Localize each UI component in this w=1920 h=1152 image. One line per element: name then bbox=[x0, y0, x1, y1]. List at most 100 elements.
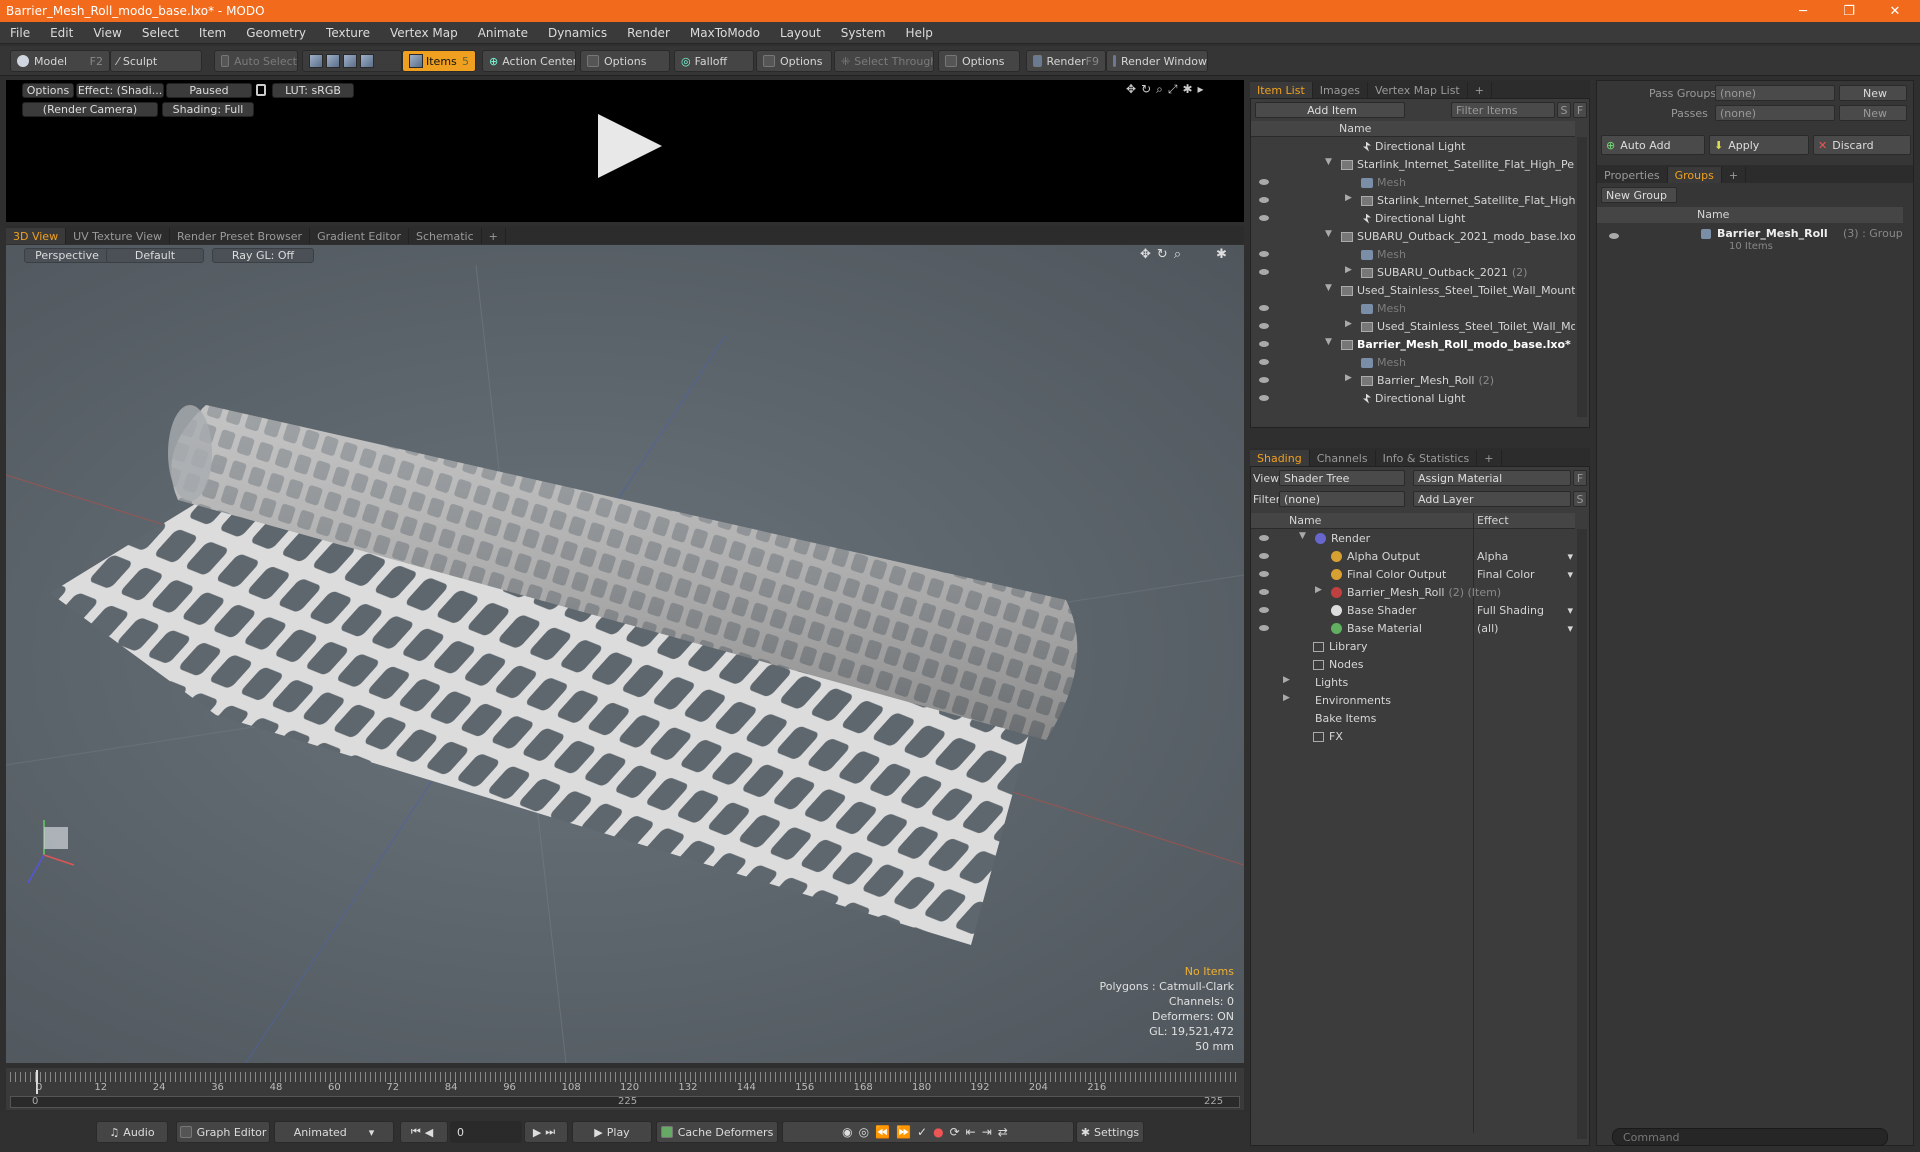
item-list-row[interactable]: ▼ SUBARU_Outback_2021_modo_base.lxo* bbox=[1251, 227, 1575, 245]
edges-mode-icon[interactable] bbox=[326, 54, 340, 68]
move-icon[interactable]: ✥ bbox=[1126, 82, 1141, 96]
new-pass-button[interactable]: New bbox=[1839, 105, 1907, 121]
item-list-row[interactable]: Directional Light bbox=[1251, 389, 1575, 407]
search-toggle-button[interactable]: S bbox=[1557, 102, 1571, 118]
3d-viewport[interactable]: Perspective Default Ray GL: Off ✥↻⌕ ✱ No… bbox=[6, 245, 1244, 1063]
visibility-eye-icon[interactable] bbox=[1259, 571, 1269, 577]
filter-dropdown[interactable]: (none) bbox=[1279, 491, 1405, 507]
chevron-right-icon[interactable]: ▶ bbox=[1345, 193, 1352, 203]
menu-layout[interactable]: Layout bbox=[770, 26, 831, 40]
menu-animate[interactable]: Animate bbox=[468, 26, 538, 40]
shading-s-button[interactable]: S bbox=[1573, 491, 1587, 507]
minimize-button[interactable]: ─ bbox=[1780, 0, 1826, 22]
select-through-button[interactable]: ⁜ Select Through bbox=[834, 50, 934, 72]
visibility-eye-icon[interactable] bbox=[1259, 323, 1269, 329]
step-back-icon[interactable]: ◀ bbox=[425, 1126, 437, 1139]
effect-dropdown[interactable]: (all) ▾ bbox=[1477, 622, 1573, 635]
falloff-options-button[interactable]: Options bbox=[756, 50, 832, 72]
visibility-eye-icon[interactable] bbox=[1259, 197, 1269, 203]
graph-editor-button[interactable]: Graph Editor bbox=[176, 1121, 270, 1143]
chevron-down-icon[interactable]: ▼ bbox=[1325, 229, 1332, 239]
add-item-dropdown[interactable]: Add Item bbox=[1255, 102, 1405, 118]
visibility-eye-icon[interactable] bbox=[1259, 359, 1269, 365]
rotate-icon[interactable]: ↻ bbox=[1141, 82, 1156, 96]
item-list-row[interactable]: ▶ SUBARU_Outback_2021 (2) bbox=[1251, 263, 1575, 281]
render-camera-dropdown[interactable]: (Render Camera) bbox=[22, 102, 158, 117]
next-key-icon[interactable]: ⏩ bbox=[896, 1125, 917, 1139]
next-frame-icon[interactable]: ⇥ bbox=[982, 1125, 998, 1139]
add-tab-button[interactable]: + bbox=[1477, 450, 1502, 466]
visibility-eye-icon[interactable] bbox=[1259, 305, 1269, 311]
add-tab-button[interactable]: + bbox=[482, 228, 506, 244]
render-shading-dropdown[interactable]: Shading: Full bbox=[162, 102, 254, 117]
chevron-down-icon[interactable]: ▼ bbox=[1299, 531, 1306, 541]
play-button[interactable]: ▶ Play bbox=[572, 1121, 652, 1143]
visibility-eye-icon[interactable] bbox=[1609, 233, 1619, 239]
tab-images[interactable]: Images bbox=[1313, 82, 1368, 98]
shader-tree-row[interactable]: Nodes bbox=[1251, 655, 1575, 673]
chevron-right-icon[interactable]: ▶ bbox=[1345, 373, 1352, 383]
tab-vertex-map-list[interactable]: Vertex Map List bbox=[1368, 82, 1468, 98]
new-group-button[interactable]: New Group bbox=[1601, 187, 1677, 203]
chevron-right-icon[interactable]: ▶ bbox=[1345, 319, 1352, 329]
add-tab-button[interactable]: + bbox=[1722, 167, 1747, 183]
sync-icon[interactable]: ⇄ bbox=[998, 1125, 1014, 1139]
chevron-down-icon[interactable]: ▼ bbox=[1325, 337, 1332, 347]
key-all-icon[interactable]: ◎ bbox=[859, 1125, 875, 1139]
render-paused-button[interactable]: Paused bbox=[166, 83, 252, 98]
step-forward-icon[interactable]: ▶ bbox=[533, 1126, 545, 1139]
shader-tree-row[interactable]: ▶ Environments bbox=[1251, 691, 1575, 709]
shader-tree-row[interactable]: Bake Items bbox=[1251, 709, 1575, 727]
shader-tree-row[interactable]: Final Color Output Final Color ▾ bbox=[1251, 565, 1575, 583]
render-window-button[interactable]: Render Window bbox=[1106, 50, 1208, 72]
shader-tree-row[interactable]: Base Material (all) ▾ bbox=[1251, 619, 1575, 637]
tab-render-preset-browser[interactable]: Render Preset Browser bbox=[170, 228, 311, 244]
auto-add-button[interactable]: ⊕ Auto Add bbox=[1601, 135, 1705, 155]
action-center-button[interactable]: ⊕ Action Center bbox=[482, 50, 576, 72]
cache-deformers-button[interactable]: Cache Deformers bbox=[656, 1121, 778, 1143]
visibility-eye-icon[interactable] bbox=[1259, 215, 1269, 221]
prev-key-icon[interactable]: ⏪ bbox=[875, 1125, 896, 1139]
menu-file[interactable]: File bbox=[0, 26, 40, 40]
render-options-button[interactable]: Options bbox=[22, 83, 74, 98]
tab-schematic[interactable]: Schematic bbox=[409, 228, 482, 244]
visibility-eye-icon[interactable] bbox=[1259, 251, 1269, 257]
shader-tree-row[interactable]: Alpha Output Alpha ▾ bbox=[1251, 547, 1575, 565]
arrow-right-icon[interactable]: ▸ bbox=[1198, 82, 1209, 96]
render-effect-dropdown[interactable]: Effect: (Shadi... bbox=[76, 83, 164, 98]
visibility-eye-icon[interactable] bbox=[1259, 589, 1269, 595]
shading-f-button[interactable]: F bbox=[1573, 470, 1587, 486]
group-row[interactable]: Barrier_Mesh_Roll (3) : Group 10 Items bbox=[1597, 225, 1903, 255]
menu-system[interactable]: System bbox=[831, 26, 896, 40]
timeline[interactable]: 0 12 24 36 48 60 72 84 96 108 120 132 144 156 168 180 19… bbox=[6, 1068, 1244, 1110]
lut-dropdown[interactable]: LUT: sRGB bbox=[272, 83, 354, 98]
settings-button[interactable]: ✱ Settings bbox=[1076, 1121, 1144, 1143]
falloff-button[interactable]: ◎ Falloff bbox=[674, 50, 754, 72]
tab-item-list[interactable]: Item List bbox=[1250, 82, 1313, 98]
item-list-row[interactable]: Directional Light bbox=[1251, 209, 1575, 227]
tab-groups[interactable]: Groups bbox=[1667, 167, 1722, 183]
shader-tree-row[interactable]: ▶ Barrier_Mesh_Roll (2) (Item) bbox=[1251, 583, 1575, 601]
tab-properties[interactable]: Properties bbox=[1597, 167, 1668, 183]
tab-3d-view[interactable]: 3D View bbox=[6, 228, 67, 244]
shader-tree-row[interactable]: Library bbox=[1251, 637, 1575, 655]
visibility-eye-icon[interactable] bbox=[1259, 377, 1269, 383]
menu-item[interactable]: Item bbox=[189, 26, 236, 40]
menu-dynamics[interactable]: Dynamics bbox=[538, 26, 617, 40]
shader-tree-scrollbar[interactable] bbox=[1577, 529, 1587, 1139]
discard-button[interactable]: ✕ Discard bbox=[1813, 135, 1911, 155]
pass-groups-dropdown[interactable]: (none) bbox=[1715, 85, 1835, 101]
loop-icon[interactable]: ⟳ bbox=[950, 1125, 966, 1139]
passes-dropdown[interactable]: (none) bbox=[1715, 105, 1835, 121]
menu-geometry[interactable]: Geometry bbox=[236, 26, 316, 40]
menu-vertex-map[interactable]: Vertex Map bbox=[380, 26, 468, 40]
visibility-eye-icon[interactable] bbox=[1259, 625, 1269, 631]
visibility-eye-icon[interactable] bbox=[1259, 535, 1269, 541]
effect-dropdown[interactable]: Alpha ▾ bbox=[1477, 550, 1573, 563]
item-list-row[interactable]: Mesh bbox=[1251, 173, 1575, 191]
assign-material-button[interactable]: Assign Material bbox=[1413, 470, 1571, 486]
visibility-eye-icon[interactable] bbox=[1259, 395, 1269, 401]
item-list-row[interactable]: ▶ Used_Stainless_Steel_Toilet_Wall_Mo ... bbox=[1251, 317, 1575, 335]
polygons-mode-icon[interactable] bbox=[343, 54, 357, 68]
visibility-eye-icon[interactable] bbox=[1259, 341, 1269, 347]
